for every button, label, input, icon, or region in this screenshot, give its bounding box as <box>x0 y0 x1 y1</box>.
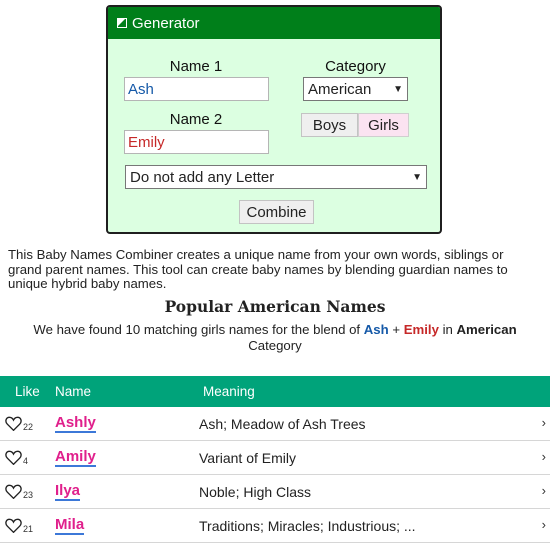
generator-header: Generator <box>108 7 440 39</box>
category-select[interactable]: American ▼ <box>303 77 408 101</box>
name-link[interactable]: Ilya <box>55 483 81 501</box>
meaning-text: Ash; Meadow of Ash Trees <box>199 416 366 432</box>
like-count: 4 <box>23 456 29 466</box>
chevron-right-icon[interactable]: › <box>542 449 546 464</box>
table-row[interactable]: 21 Mila Traditions; Miracles; Industriou… <box>0 509 550 543</box>
name-link[interactable]: Ashly <box>55 415 96 433</box>
heart-icon[interactable] <box>5 518 22 533</box>
found-in: in <box>442 322 453 337</box>
meaning-text: Traditions; Miracles; Industrious; ... <box>199 518 416 534</box>
name2-label: Name 2 <box>169 111 223 128</box>
found-suffix: Category <box>248 337 302 353</box>
found-name2: Emily <box>403 322 439 337</box>
header-meaning: Meaning <box>203 384 255 399</box>
found-summary: We have found 10 matching girls names fo… <box>20 322 530 353</box>
dropdown-arrow-icon: ▼ <box>393 83 403 95</box>
chevron-right-icon[interactable]: › <box>542 483 546 498</box>
girls-button[interactable]: Girls <box>358 113 409 137</box>
generator-title: Generator <box>132 14 200 32</box>
like-count: 23 <box>23 490 34 500</box>
found-name1: Ash <box>363 322 389 337</box>
heart-icon[interactable] <box>5 450 22 465</box>
category-select-value: American <box>308 80 372 98</box>
found-plus: + <box>392 322 401 337</box>
found-prefix: We have found 10 matching girls names fo… <box>33 322 361 337</box>
popular-names-title: Popular American Names <box>164 297 386 316</box>
name-link[interactable]: Amily <box>55 449 96 467</box>
table-row[interactable]: 22 Ashly Ash; Meadow of Ash Trees › <box>0 407 550 441</box>
header-name: Name <box>55 384 92 399</box>
table-row[interactable]: 23 Ilya Noble; High Class › <box>0 475 550 509</box>
name-link[interactable]: Mila <box>55 517 85 535</box>
heart-icon[interactable] <box>5 484 22 499</box>
category-label: Category <box>325 58 386 75</box>
name1-label: Name 1 <box>169 58 223 75</box>
combine-button[interactable]: Combine <box>239 200 314 224</box>
letter-select[interactable]: Do not add any Letter ▼ <box>125 165 427 189</box>
letter-select-value: Do not add any Letter <box>130 168 275 186</box>
like-count: 21 <box>23 524 34 534</box>
like-count: 22 <box>23 422 34 432</box>
generator-panel: Generator Name 1 Category American ▼ Nam… <box>106 5 442 234</box>
chevron-right-icon[interactable]: › <box>542 517 546 532</box>
table-header: Like Name Meaning <box>0 376 550 407</box>
table-row[interactable]: 4 Amily Variant of Emily › <box>0 441 550 475</box>
name1-input[interactable] <box>124 77 269 101</box>
header-like: Like <box>15 384 40 399</box>
name2-input[interactable] <box>124 130 269 154</box>
found-category: American <box>456 322 517 337</box>
dropdown-arrow-icon: ▼ <box>412 171 422 183</box>
meaning-text: Noble; High Class <box>199 484 312 500</box>
heart-icon[interactable] <box>5 416 22 431</box>
boys-button[interactable]: Boys <box>301 113 358 137</box>
generator-icon <box>117 18 127 28</box>
meaning-text: Variant of Emily <box>199 450 296 466</box>
chevron-right-icon[interactable]: › <box>542 415 546 430</box>
description-text: This Baby Names Combiner creates a uniqu… <box>8 247 508 291</box>
